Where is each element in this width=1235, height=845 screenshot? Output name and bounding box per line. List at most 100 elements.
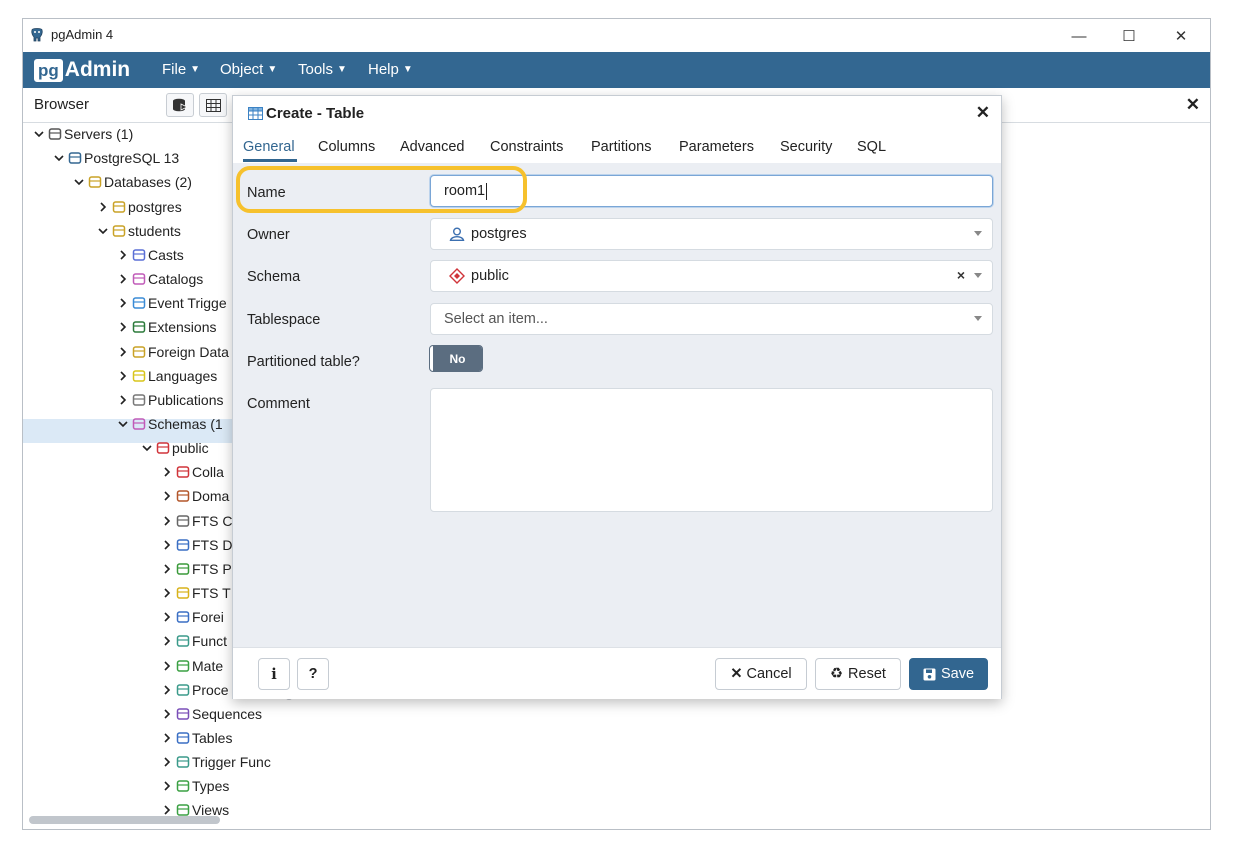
chevron-down-icon[interactable] — [53, 154, 65, 162]
chevron-right-icon[interactable] — [161, 757, 173, 767]
close-panel-icon[interactable]: ✕ — [1186, 95, 1200, 115]
tree-node[interactable]: Proce — [161, 679, 229, 701]
tree-node[interactable]: Sequences — [161, 703, 262, 725]
query-tool-button[interactable] — [166, 93, 194, 117]
fts-dictionary-icon — [176, 538, 190, 552]
cancel-button[interactable]: ✕ Cancel — [715, 658, 807, 690]
database-icon — [88, 175, 102, 189]
tab-parameters[interactable]: Parameters — [679, 139, 754, 155]
tree-node[interactable]: Funct — [161, 630, 227, 652]
tab-advanced[interactable]: Advanced — [400, 139, 465, 155]
tree-node[interactable]: public — [141, 437, 209, 459]
chevron-right-icon[interactable] — [117, 274, 129, 284]
owner-value: postgres — [471, 226, 527, 242]
tree-node[interactable]: Doma — [161, 485, 229, 507]
partitioned-toggle[interactable]: No — [429, 345, 483, 372]
tablespace-select[interactable]: Select an item... — [430, 303, 993, 335]
chevron-right-icon[interactable] — [117, 250, 129, 260]
tree-node[interactable]: postgres — [97, 196, 182, 218]
chevron-down-icon[interactable] — [73, 178, 85, 186]
menu-help[interactable]: Help ▼ — [368, 61, 413, 78]
tree-node[interactable]: Extensions — [117, 316, 216, 338]
tree-node[interactable]: Colla — [161, 461, 224, 483]
chevron-right-icon[interactable] — [161, 564, 173, 574]
tree-node[interactable]: Publications — [117, 389, 224, 411]
chevron-right-icon[interactable] — [161, 540, 173, 550]
help-button[interactable]: ? — [297, 658, 329, 690]
chevron-down-icon[interactable] — [33, 130, 45, 138]
tree-node[interactable]: Tables — [161, 727, 232, 749]
chevron-right-icon[interactable] — [161, 467, 173, 477]
menu-object[interactable]: Object ▼ — [220, 61, 277, 78]
schema-select[interactable]: public × — [430, 260, 993, 292]
reset-button[interactable]: ♻ Reset — [815, 658, 901, 690]
chevron-right-icon[interactable] — [117, 371, 129, 381]
tree-node[interactable]: Databases (2) — [73, 171, 192, 193]
maximize-button[interactable]: ☐ — [1109, 23, 1149, 49]
chevron-down-icon[interactable] — [97, 227, 109, 235]
clear-icon[interactable]: × — [957, 267, 965, 283]
chevron-right-icon[interactable] — [161, 685, 173, 695]
tree-node[interactable]: FTS T — [161, 582, 231, 604]
tree-node[interactable]: Types — [161, 775, 229, 797]
chevron-right-icon[interactable] — [161, 781, 173, 791]
chevron-right-icon[interactable] — [161, 588, 173, 598]
dialog-header: Create - Table ✕ — [233, 96, 1001, 130]
active-tab-indicator — [243, 159, 297, 162]
tree-node[interactable]: PostgreSQL 13 — [53, 147, 179, 169]
horizontal-scrollbar[interactable] — [29, 816, 220, 824]
chevron-right-icon[interactable] — [161, 516, 173, 526]
tab-general[interactable]: General — [243, 139, 295, 155]
tree-node[interactable]: Servers (1) — [33, 123, 133, 145]
menu-file[interactable]: File ▼ — [162, 61, 200, 78]
tree-node[interactable]: FTS D — [161, 534, 232, 556]
chevron-right-icon[interactable] — [161, 733, 173, 743]
save-button[interactable]: Save — [909, 658, 988, 690]
chevron-down-icon[interactable] — [141, 444, 153, 452]
info-button[interactable]: i — [258, 658, 290, 690]
close-dialog-icon[interactable]: ✕ — [976, 103, 990, 123]
tree-node[interactable]: FTS C — [161, 510, 232, 532]
tab-sql[interactable]: SQL — [857, 139, 886, 155]
tab-constraints[interactable]: Constraints — [490, 139, 563, 155]
owner-select[interactable]: postgres — [430, 218, 993, 250]
menu-tools[interactable]: Tools ▼ — [298, 61, 347, 78]
tab-columns[interactable]: Columns — [318, 139, 375, 155]
chevron-right-icon[interactable] — [161, 491, 173, 501]
chevron-right-icon[interactable] — [161, 636, 173, 646]
tree-node[interactable]: students — [97, 220, 181, 242]
chevron-right-icon[interactable] — [117, 395, 129, 405]
chevron-right-icon[interactable] — [117, 347, 129, 357]
tree-node[interactable]: Forei — [161, 606, 224, 628]
chevron-right-icon[interactable] — [161, 612, 173, 622]
tree-node[interactable]: Languages — [117, 365, 217, 387]
elephant-icon — [68, 151, 82, 165]
schema-diamond-icon — [449, 268, 465, 284]
fts-template-icon — [176, 586, 190, 600]
chevron-down-icon[interactable] — [117, 420, 129, 428]
comment-textarea[interactable] — [430, 388, 993, 512]
minimize-button[interactable]: — — [1059, 23, 1099, 49]
tree-node[interactable]: Schemas (1 — [117, 413, 223, 435]
menu-bar: pg Admin File ▼ Object ▼ Tools ▼ Help ▼ — [23, 52, 1210, 88]
close-window-button[interactable]: ✕ — [1161, 23, 1201, 49]
chevron-right-icon[interactable] — [161, 661, 173, 671]
tree-node-label: Casts — [148, 247, 184, 263]
chevron-right-icon[interactable] — [117, 298, 129, 308]
tree-node[interactable]: Trigger Func — [161, 751, 271, 773]
tree-node[interactable]: Event Trigge — [117, 292, 227, 314]
name-field[interactable]: room1 — [430, 175, 993, 207]
tree-node[interactable]: Foreign Data — [117, 341, 229, 363]
tree-node[interactable]: FTS P — [161, 558, 232, 580]
tab-partitions[interactable]: Partitions — [591, 139, 651, 155]
tree-node-label: Extensions — [148, 319, 217, 335]
chevron-right-icon[interactable] — [161, 805, 173, 815]
chevron-right-icon[interactable] — [161, 709, 173, 719]
view-data-button[interactable] — [199, 93, 227, 117]
tree-node[interactable]: Casts — [117, 244, 184, 266]
chevron-right-icon[interactable] — [97, 202, 109, 212]
tree-node[interactable]: Mate — [161, 655, 223, 677]
tab-security[interactable]: Security — [780, 139, 832, 155]
chevron-right-icon[interactable] — [117, 322, 129, 332]
tree-node[interactable]: Catalogs — [117, 268, 203, 290]
